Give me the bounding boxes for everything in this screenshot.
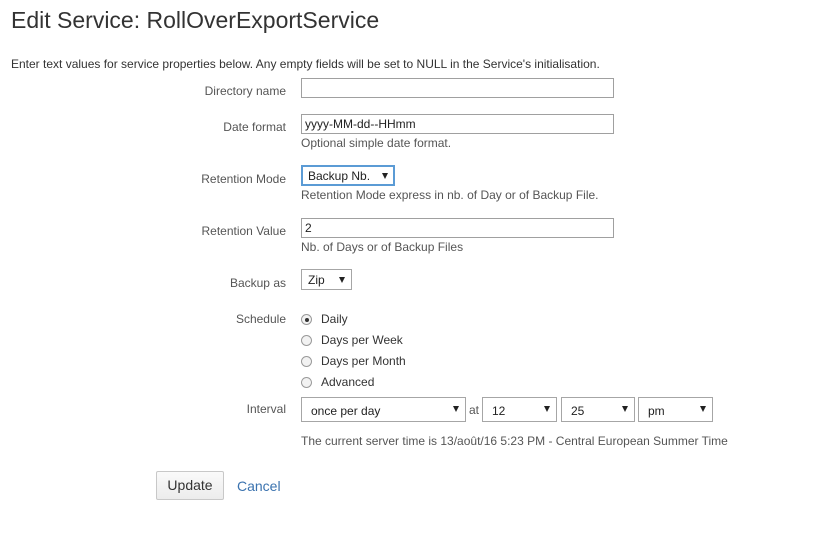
radio-button[interactable] (301, 377, 312, 388)
chevron-down-icon (453, 406, 459, 412)
retention-value-label: Retention Value (201, 224, 286, 238)
interval-ampm-value: pm (648, 404, 665, 418)
schedule-option-label: Daily (321, 312, 348, 326)
chevron-down-icon (622, 406, 628, 412)
radio-selected-dot (304, 317, 309, 322)
interval-frequency-select[interactable]: once per day (301, 397, 466, 422)
retention-mode-help: Retention Mode express in nb. of Day or … (301, 188, 599, 202)
retention-value-input[interactable] (301, 218, 614, 238)
date-format-help: Optional simple date format. (301, 136, 452, 150)
schedule-label: Schedule (235, 312, 286, 326)
chevron-down-icon (339, 277, 345, 283)
chevron-down-icon (544, 406, 550, 412)
chevron-down-icon (700, 406, 706, 412)
interval-frequency-value: once per day (311, 404, 381, 418)
interval-at-label: at (469, 403, 480, 417)
date-format-input[interactable] (301, 114, 614, 134)
chevron-down-icon (382, 173, 388, 179)
retention-mode-select[interactable]: Backup Nb. (301, 165, 395, 186)
directory-name-label: Directory name (204, 84, 286, 98)
interval-minute-value: 25 (571, 404, 585, 418)
interval-hour-value: 12 (492, 404, 506, 418)
interval-minute-select[interactable]: 25 (561, 397, 635, 422)
page-title: Edit Service: RollOverExportService (11, 7, 380, 33)
backup-as-label: Backup as (229, 276, 286, 290)
directory-name-input[interactable] (301, 78, 614, 98)
retention-mode-label: Retention Mode (201, 172, 286, 186)
interval-label: Interval (246, 402, 286, 416)
intro-text: Enter text values for service properties… (11, 57, 600, 71)
radio-button[interactable] (301, 356, 312, 367)
cancel-link[interactable]: Cancel (237, 478, 281, 494)
backup-as-select[interactable]: Zip (301, 269, 352, 290)
retention-value-help: Nb. of Days or of Backup Files (301, 240, 464, 254)
schedule-option-label: Advanced (321, 375, 375, 389)
schedule-option-label: Days per Week (321, 333, 403, 347)
schedule-option-label: Days per Month (321, 354, 406, 368)
backup-as-value: Zip (308, 273, 325, 287)
server-time-text: The current server time is 13/août/16 5:… (301, 434, 728, 448)
update-button[interactable]: Update (156, 471, 224, 500)
radio-button[interactable] (301, 314, 312, 325)
interval-ampm-select[interactable]: pm (638, 397, 713, 422)
date-format-label: Date format (223, 120, 286, 134)
radio-button[interactable] (301, 335, 312, 346)
interval-hour-select[interactable]: 12 (482, 397, 557, 422)
retention-mode-value: Backup Nb. (308, 169, 371, 183)
